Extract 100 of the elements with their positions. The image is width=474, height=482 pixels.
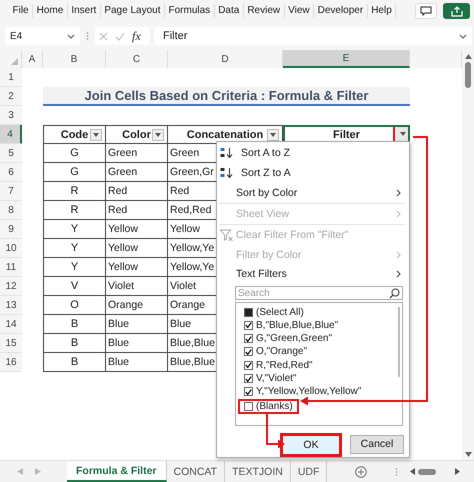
filter-option[interactable]: Y,"Yellow,Yellow,Yellow" (244, 385, 396, 399)
sheet-tab[interactable]: UDF (290, 461, 328, 482)
row-number[interactable]: 4 (0, 125, 22, 144)
ribbon-tab[interactable]: Help (368, 4, 396, 18)
search-field[interactable]: Search (235, 286, 403, 300)
scroll-thumb[interactable] (418, 468, 436, 474)
check-icon[interactable] (115, 32, 125, 40)
header-cell[interactable]: Color (106, 125, 168, 144)
row-number[interactable]: 5 (0, 144, 22, 163)
ribbon-tab[interactable]: Developer (314, 4, 368, 18)
search-icon (389, 288, 400, 299)
header-cell[interactable]: Concatenation (168, 125, 283, 144)
ribbon-tab[interactable]: View (284, 4, 314, 18)
row-number[interactable]: 3 (0, 106, 22, 125)
filter-button[interactable] (267, 129, 279, 141)
dialog-button[interactable]: OK (280, 432, 342, 457)
checkbox[interactable] (244, 360, 253, 370)
chevron-down-icon (459, 34, 467, 38)
option-label: (Blanks) (256, 400, 293, 412)
table-cell: Yellow (106, 239, 168, 258)
table-cell: Y (43, 239, 106, 258)
row-number[interactable]: 16 (0, 353, 22, 372)
vertical-scrollbar[interactable] (462, 50, 474, 460)
formula-field[interactable]: Filter (154, 27, 472, 45)
row-number[interactable]: 13 (0, 296, 22, 315)
table-cell: Yellow (106, 258, 168, 277)
insert-function-button[interactable]: fx (132, 28, 141, 44)
sheet-tab[interactable]: CONCAT (166, 461, 226, 482)
filter-option[interactable]: (Blanks) (238, 398, 299, 414)
scroll-left-icon[interactable] (410, 468, 416, 475)
name-box[interactable]: E4 (5, 27, 80, 45)
arrow (266, 413, 285, 448)
share-icon (450, 6, 462, 16)
dialog-button[interactable]: Cancel (350, 434, 404, 454)
table-cell: R (43, 201, 106, 220)
column-header[interactable]: C (106, 50, 168, 68)
checkbox[interactable] (244, 308, 253, 317)
sheet-title: Join Cells Based on Criteria : Formula & Filter (43, 87, 410, 106)
checkbox[interactable] (244, 320, 253, 330)
sheet-tab[interactable]: TEXTJOIN (225, 461, 291, 482)
grip-icon (86, 31, 89, 41)
caret-icon (270, 133, 276, 137)
scroll-right-icon[interactable] (455, 468, 460, 475)
table-cell: Violet (106, 277, 168, 296)
checkbox[interactable] (244, 334, 253, 344)
comments-button[interactable] (415, 3, 437, 19)
menu-item[interactable]: Sort by Color (219, 182, 405, 204)
ribbon-tab[interactable]: Data (214, 4, 244, 18)
table-cell: B (43, 315, 106, 334)
ribbon-tab[interactable]: Home (33, 4, 68, 18)
row-number[interactable]: 14 (0, 315, 22, 334)
row-number[interactable]: 6 (0, 163, 22, 182)
caret-icon (155, 133, 161, 137)
column-header[interactable]: B (43, 50, 106, 68)
scroll-down-icon[interactable] (464, 452, 472, 457)
header-cell[interactable]: Code (43, 125, 106, 144)
checkbox[interactable] (244, 347, 253, 356)
table-cell: G (43, 163, 106, 182)
formula-text: Filter (163, 30, 188, 42)
row-number[interactable]: 2 (0, 87, 22, 106)
row-number[interactable]: 15 (0, 334, 22, 353)
ribbon-tab[interactable]: Formulas (165, 4, 215, 18)
table-cell: Y (43, 258, 106, 277)
filter-button[interactable] (90, 129, 102, 141)
checkbox[interactable] (244, 374, 253, 384)
row-number[interactable]: 10 (0, 239, 22, 258)
checkbox[interactable] (244, 402, 253, 411)
column-header[interactable]: A (22, 50, 43, 68)
ribbon-tab[interactable]: Page Layout (100, 4, 165, 18)
filter-button[interactable] (152, 129, 164, 141)
chevron-right-icon (396, 210, 401, 218)
scroll-thumb[interactable] (398, 307, 400, 378)
table-cell: B (43, 334, 106, 353)
table-cell: Y (43, 220, 106, 239)
header-label: Code (60, 128, 88, 140)
row-number[interactable]: 9 (0, 220, 22, 239)
table-cell: V (43, 277, 106, 296)
ribbon-tab[interactable]: Review (244, 4, 285, 18)
grip-icon (395, 466, 398, 476)
table-cell: Blue (106, 353, 168, 372)
row-number[interactable]: 12 (0, 277, 22, 296)
row-number[interactable]: 7 (0, 182, 22, 201)
table-cell: Red (106, 201, 168, 220)
column-header[interactable]: E (283, 50, 410, 68)
filter-option[interactable]: V,"Violet" (244, 372, 396, 386)
row-number[interactable]: 8 (0, 201, 22, 220)
sheet-tab[interactable]: Formula & Filter (67, 461, 167, 482)
table-cell: Green (106, 163, 168, 182)
scroll-up-icon[interactable] (464, 54, 472, 59)
row-number[interactable]: 11 (0, 258, 22, 277)
row-number[interactable]: 1 (0, 68, 22, 87)
share-button[interactable] (443, 3, 470, 19)
checkbox[interactable] (244, 387, 253, 396)
add-sheet-icon[interactable] (355, 466, 368, 478)
ribbon-tab[interactable]: File (9, 4, 34, 18)
caret-icon (93, 133, 99, 137)
cell-reference: E4 (10, 30, 22, 42)
scroll-thumb[interactable] (465, 62, 471, 88)
ribbon-tab[interactable]: Insert (68, 4, 101, 18)
header-label: Filter (333, 128, 360, 140)
